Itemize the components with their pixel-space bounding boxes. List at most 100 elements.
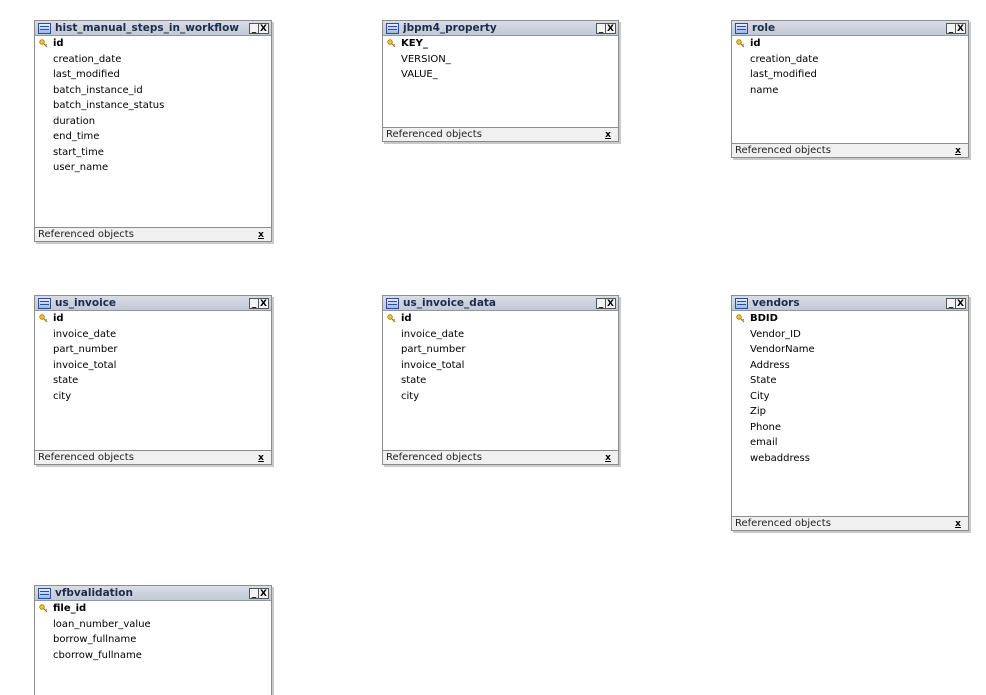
key-icon xyxy=(387,39,396,48)
minimize-button[interactable]: _ xyxy=(596,22,606,34)
column-row[interactable]: VendorName xyxy=(732,342,968,358)
close-button[interactable]: X xyxy=(956,22,966,34)
column-row[interactable]: webaddress xyxy=(732,451,968,467)
column-list: id creation_date last_modified name xyxy=(732,36,968,98)
referenced-objects-bar[interactable]: Referenced objects x xyxy=(35,450,271,464)
column-name: id xyxy=(401,313,412,324)
column-row[interactable]: email xyxy=(732,435,968,451)
referenced-objects-bar[interactable]: Referenced objects x xyxy=(383,127,618,141)
column-row[interactable]: City xyxy=(732,389,968,405)
column-row[interactable]: VERSION_ xyxy=(383,52,618,68)
column-row[interactable]: user_name xyxy=(35,160,271,176)
column-row[interactable]: state xyxy=(35,373,271,389)
referenced-objects-bar[interactable]: Referenced objects x xyxy=(383,450,618,464)
close-button[interactable]: X xyxy=(606,297,616,309)
referenced-objects-close-button[interactable]: x xyxy=(602,453,614,463)
key-icon xyxy=(39,314,48,323)
referenced-objects-bar[interactable]: Referenced objects x xyxy=(35,227,271,241)
table-title: us_invoice_data xyxy=(403,297,497,309)
table-window-us-invoice-data[interactable]: us_invoice_data _ X id invoice_date part… xyxy=(382,295,619,465)
column-row[interactable]: creation_date xyxy=(732,52,968,68)
primary-key-column[interactable]: id xyxy=(35,311,271,327)
minimize-button[interactable]: _ xyxy=(249,297,259,309)
referenced-objects-bar[interactable]: Referenced objects x xyxy=(732,516,968,530)
column-row[interactable]: city xyxy=(383,389,618,405)
column-row[interactable]: city xyxy=(35,389,271,405)
minimize-button[interactable]: _ xyxy=(946,22,956,34)
referenced-objects-label: Referenced objects xyxy=(386,129,482,140)
table-title: jbpm4_property xyxy=(403,22,497,34)
column-row[interactable]: invoice_date xyxy=(383,327,618,343)
close-button[interactable]: X xyxy=(956,297,966,309)
column-row[interactable]: invoice_total xyxy=(35,358,271,374)
column-row[interactable]: invoice_total xyxy=(383,358,618,374)
minimize-button[interactable]: _ xyxy=(596,297,606,309)
primary-key-column[interactable]: id xyxy=(35,36,271,52)
column-row[interactable]: loan_number_value xyxy=(35,617,271,633)
table-title-bar[interactable]: jbpm4_property _ X xyxy=(383,21,618,36)
column-row[interactable]: creation_date xyxy=(35,52,271,68)
column-list: KEY_ VERSION_ VALUE_ xyxy=(383,36,618,83)
referenced-objects-close-button[interactable]: x xyxy=(952,519,964,529)
table-window-jbpm4-property[interactable]: jbpm4_property _ X KEY_ VERSION_ VALUE_ … xyxy=(382,20,619,142)
column-name: KEY_ xyxy=(401,38,428,49)
referenced-objects-label: Referenced objects xyxy=(386,452,482,463)
table-title: vfbvalidation xyxy=(55,587,133,599)
column-row[interactable]: start_time xyxy=(35,145,271,161)
column-row[interactable]: last_modified xyxy=(732,67,968,83)
column-row[interactable]: batch_instance_status xyxy=(35,98,271,114)
close-button[interactable]: X xyxy=(259,587,269,599)
column-row[interactable]: last_modified xyxy=(35,67,271,83)
table-title-bar[interactable]: us_invoice _ X xyxy=(35,296,271,311)
column-row[interactable]: borrow_fullname xyxy=(35,632,271,648)
referenced-objects-bar[interactable]: Referenced objects x xyxy=(732,143,968,157)
primary-key-column[interactable]: BDID xyxy=(732,311,968,327)
column-row[interactable]: Phone xyxy=(732,420,968,436)
table-title-bar[interactable]: vendors _ X xyxy=(732,296,968,311)
column-row[interactable]: VALUE_ xyxy=(383,67,618,83)
referenced-objects-label: Referenced objects xyxy=(735,518,831,529)
referenced-objects-close-button[interactable]: x xyxy=(255,230,267,240)
primary-key-column[interactable]: KEY_ xyxy=(383,36,618,52)
minimize-button[interactable]: _ xyxy=(249,587,259,599)
referenced-objects-close-button[interactable]: x xyxy=(602,130,614,140)
table-title-bar[interactable]: role _ X xyxy=(732,21,968,36)
column-row[interactable]: part_number xyxy=(35,342,271,358)
minimize-button[interactable]: _ xyxy=(946,297,956,309)
primary-key-column[interactable]: id xyxy=(383,311,618,327)
close-button[interactable]: X xyxy=(606,22,616,34)
table-title: role xyxy=(752,22,776,34)
column-name: id xyxy=(53,38,64,49)
column-row[interactable]: invoice_date xyxy=(35,327,271,343)
primary-key-column[interactable]: id xyxy=(732,36,968,52)
column-row[interactable]: Address xyxy=(732,358,968,374)
table-title: hist_manual_steps_in_workflow xyxy=(55,22,240,34)
minimize-button[interactable]: _ xyxy=(249,22,259,34)
close-button[interactable]: X xyxy=(259,297,269,309)
referenced-objects-close-button[interactable]: x xyxy=(952,146,964,156)
column-row[interactable]: state xyxy=(383,373,618,389)
column-list: id invoice_date part_number invoice_tota… xyxy=(383,311,618,404)
table-window-vendors[interactable]: vendors _ X BDID Vendor_ID VendorName Ad… xyxy=(731,295,969,531)
column-row[interactable]: name xyxy=(732,83,968,99)
key-icon xyxy=(387,314,396,323)
table-window-role[interactable]: role _ X id creation_date last_modified … xyxy=(731,20,969,158)
column-row[interactable]: State xyxy=(732,373,968,389)
table-window-hist-manual-steps-in-workflow[interactable]: hist_manual_steps_in_workflow _ X id cre… xyxy=(34,20,272,242)
table-window-vfbvalidation[interactable]: vfbvalidation _ X file_id loan_number_va… xyxy=(34,585,272,695)
column-row[interactable]: part_number xyxy=(383,342,618,358)
column-row[interactable]: cborrow_fullname xyxy=(35,648,271,664)
primary-key-column[interactable]: file_id xyxy=(35,601,271,617)
column-row[interactable]: batch_instance_id xyxy=(35,83,271,99)
close-button[interactable]: X xyxy=(259,22,269,34)
referenced-objects-label: Referenced objects xyxy=(38,452,134,463)
column-row[interactable]: duration xyxy=(35,114,271,130)
column-row[interactable]: Vendor_ID xyxy=(732,327,968,343)
table-title-bar[interactable]: us_invoice_data _ X xyxy=(383,296,618,311)
table-window-us-invoice[interactable]: us_invoice _ X id invoice_date part_numb… xyxy=(34,295,272,465)
column-row[interactable]: end_time xyxy=(35,129,271,145)
column-row[interactable]: Zip xyxy=(732,404,968,420)
table-title-bar[interactable]: vfbvalidation _ X xyxy=(35,586,271,601)
table-title-bar[interactable]: hist_manual_steps_in_workflow _ X xyxy=(35,21,271,36)
referenced-objects-close-button[interactable]: x xyxy=(255,453,267,463)
